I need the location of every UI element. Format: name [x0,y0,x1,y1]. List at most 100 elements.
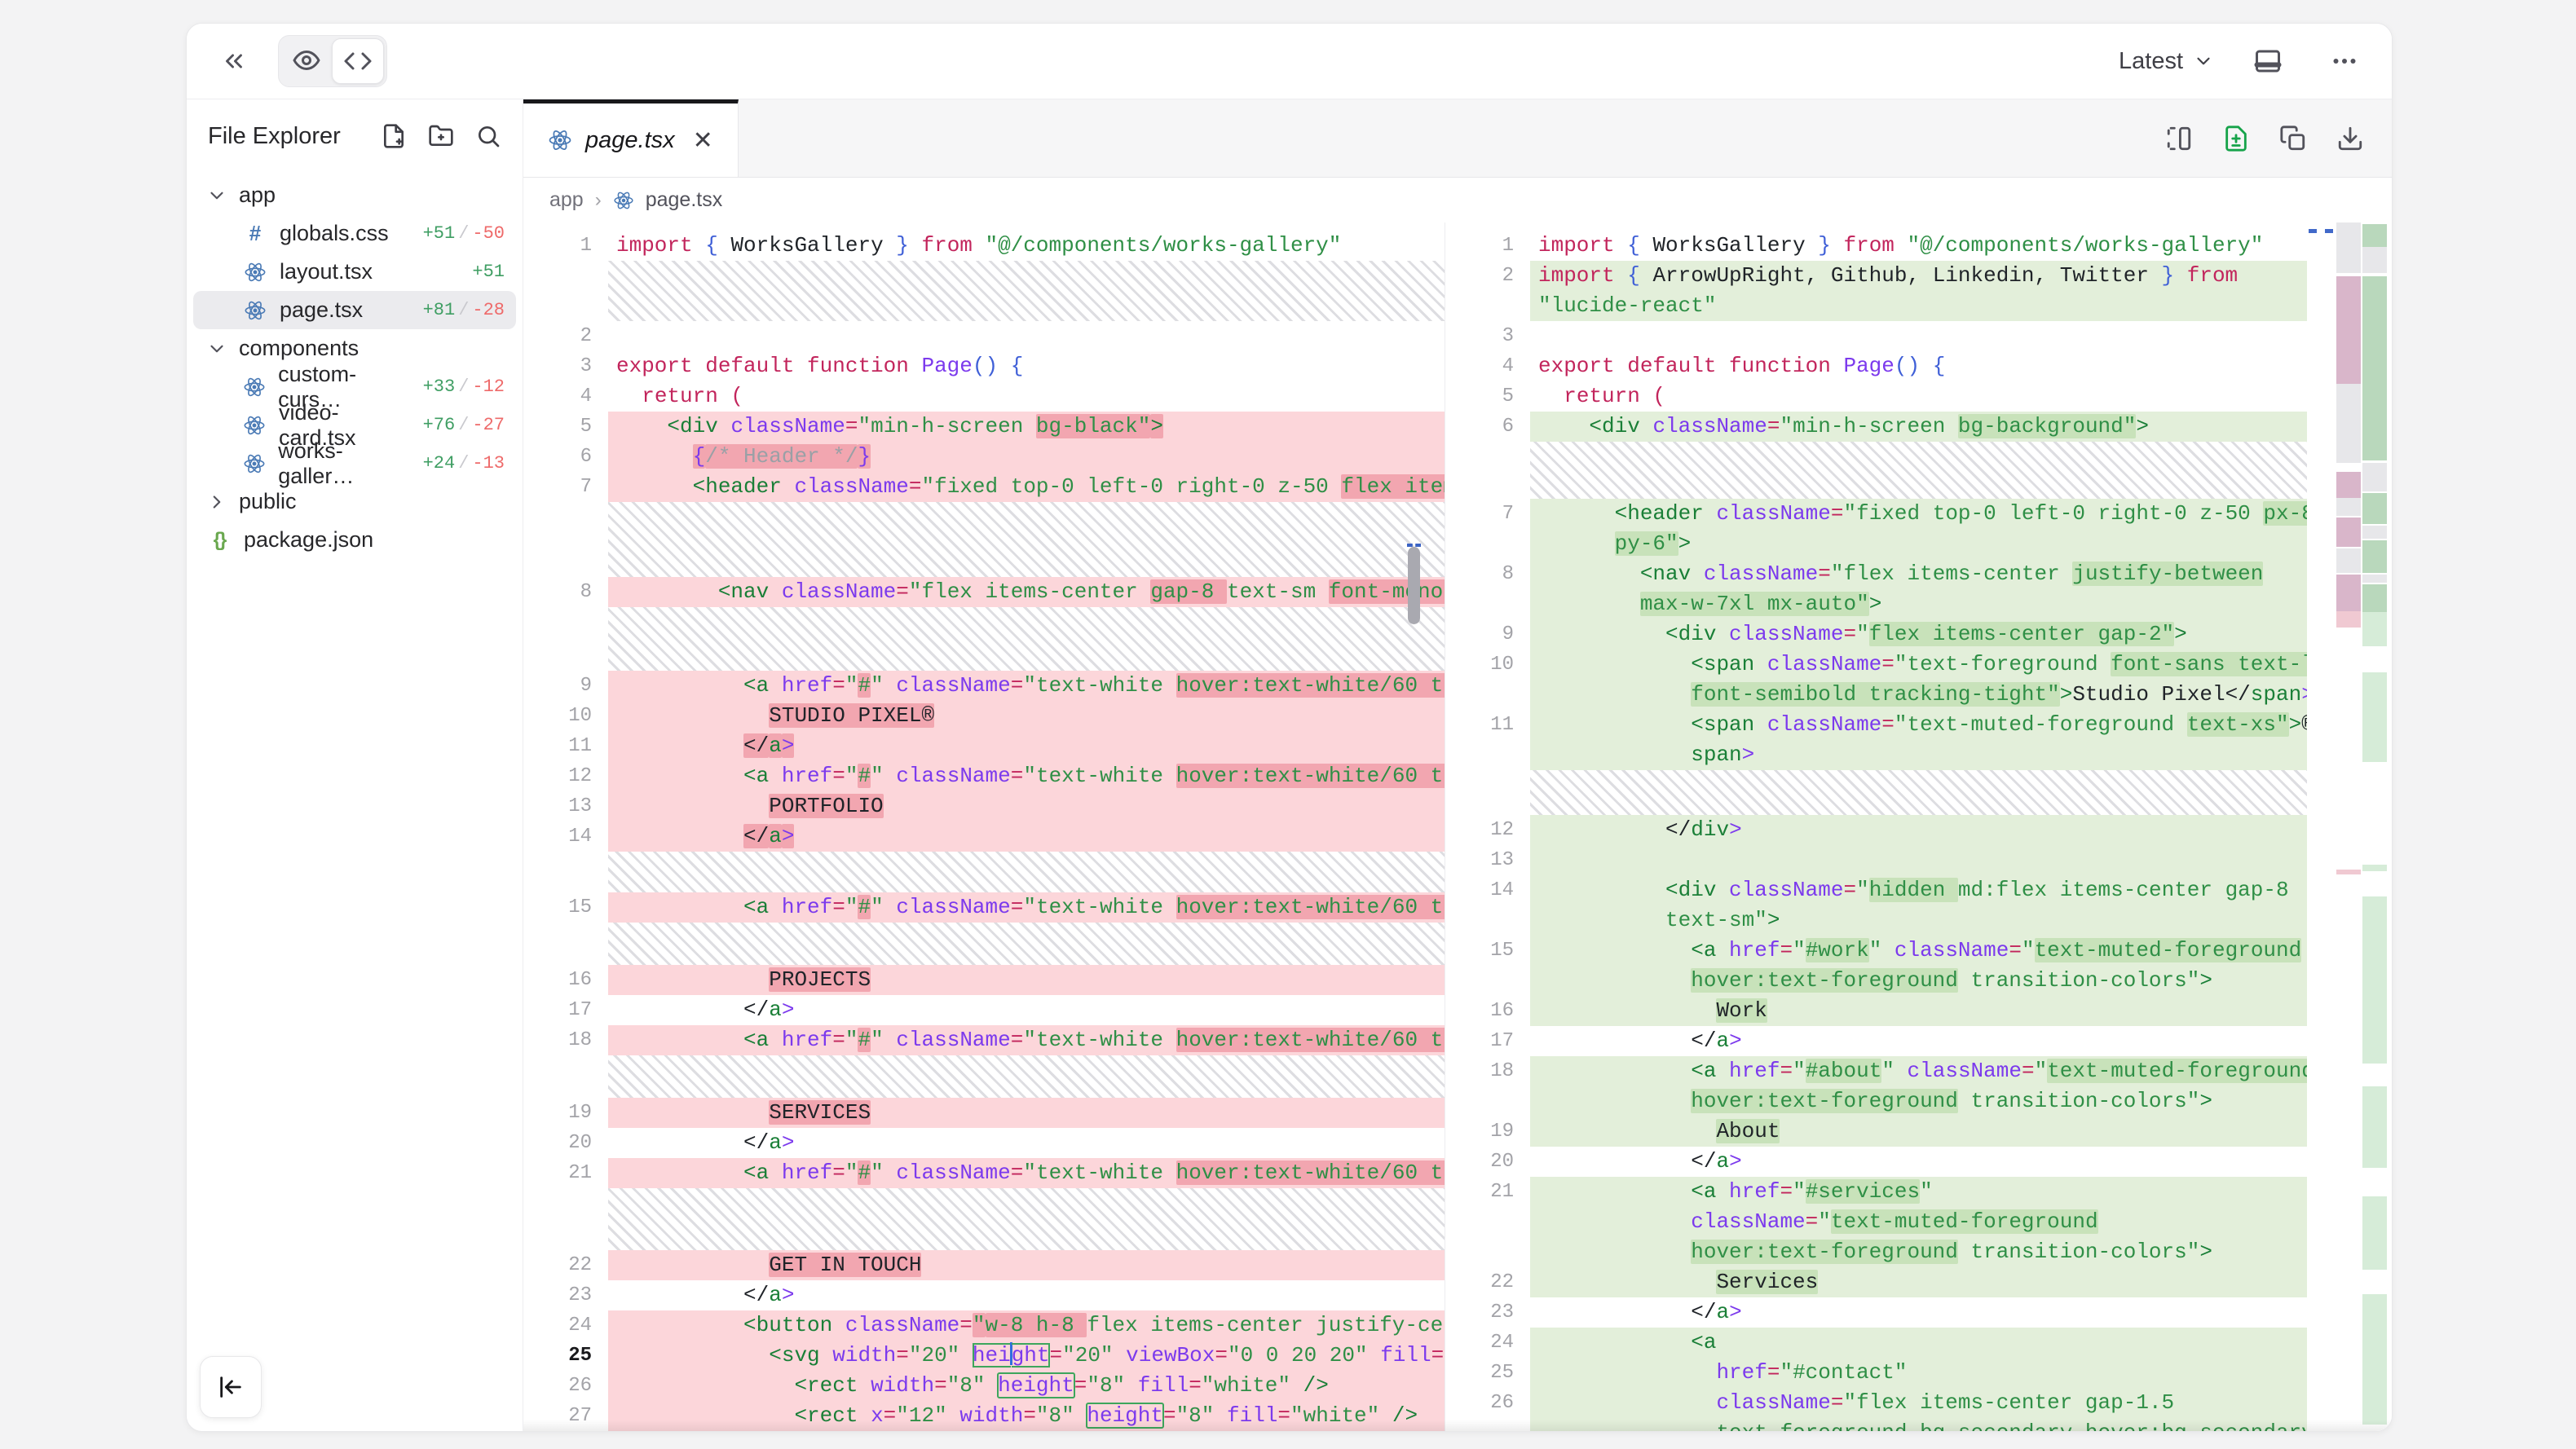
diff-ruler-block [2336,518,2361,547]
line-number: 11 [1445,710,1530,740]
code-line: 25 href="#contact" [1445,1358,2392,1388]
more-menu-button[interactable] [2322,38,2367,84]
chevron-right-icon [206,491,227,513]
line-number: 13 [523,791,608,821]
diff-overview-ruler[interactable] [2336,222,2389,1431]
code-view-button[interactable] [332,38,384,84]
folder-app[interactable]: app [193,176,516,214]
close-icon[interactable]: ✕ [693,126,713,155]
diff-counts: +33/-12 [423,377,516,397]
code-line: 12 </div> [1445,815,2392,845]
panel-close-icon [217,1373,245,1401]
line-number: 11 [523,731,608,761]
version-dropdown[interactable]: Latest [2119,48,2214,75]
code-line: 10 STUDIO PIXEL® [523,701,1445,731]
line-number [1445,529,1530,559]
code-line: 2import { ArrowUpRight, Github, Linkedin… [1445,261,2392,291]
code-line: 7 <header className="fixed top-0 left-0 … [1445,499,2392,529]
file-works-galler-[interactable]: works-galler…+24/-13 [193,444,516,482]
new-file-icon[interactable] [381,123,407,149]
line-number: 21 [1445,1177,1530,1207]
item-label: layout.tsx [280,259,373,284]
eye-icon [292,46,321,75]
tab-bar: page.tsx ✕ [523,99,2392,178]
diff-ruler-block [2362,612,2387,646]
line-number: 23 [1445,1297,1530,1328]
line-number: 15 [523,892,608,923]
copy-icon[interactable] [2279,125,2307,152]
code-line: 17 </a> [1445,1026,2392,1056]
file-globals.css[interactable]: #globals.css+51/-50 [193,214,516,253]
file-page.tsx[interactable]: page.tsx+81/-28 [193,291,516,329]
code-line: 11 </a> [523,731,1445,761]
code-line: hover:text-foreground transition-colors"… [1445,1237,2392,1267]
line-number: 5 [1445,381,1530,412]
item-label: public [239,489,297,514]
css-hash-icon: # [242,221,268,246]
line-number: 13 [1445,845,1530,875]
line-number [1445,740,1530,770]
line-number: 26 [1445,1388,1530,1418]
code-line: 20 </a> [523,1128,1445,1158]
code-line: 17 </a> [523,995,1445,1025]
code-line: 7 <header className="fixed top-0 left-0 … [523,472,1445,502]
code-line: 13 PORTFOLIO [523,791,1445,821]
diff-ruler-block [2362,276,2387,460]
diff-right-pane[interactable]: 1import { WorksGallery } from "@/compone… [1445,222,2392,1431]
code-line: 25 <svg width="20" height="20" viewBox="… [523,1341,1445,1371]
view-toggle [278,35,387,87]
code-line: max-w-7xl mx-auto"> [1445,589,2392,619]
line-number [1445,680,1530,710]
line-number: 1 [523,231,608,261]
line-number: 24 [1445,1328,1530,1358]
preview-eye-button[interactable] [281,38,332,82]
collapse-sidebar-button[interactable] [200,1356,262,1418]
search-icon[interactable] [475,123,501,149]
diff-ruler-block [2362,540,2387,573]
breadcrumb-file[interactable]: page.tsx [646,188,723,212]
code-line: 24 <button className="w-8 h-8 flex items… [523,1310,1445,1341]
code-line: 19 SERVICES [523,1098,1445,1128]
app-window: Latest File Explorer app#globals.css+51/… [186,23,2393,1432]
new-folder-icon[interactable] [428,123,454,149]
diff-ruler-block [2336,870,2361,874]
line-number: 7 [523,472,608,502]
file-package.json[interactable]: {}package.json [193,521,516,559]
react-icon [242,452,267,475]
breadcrumb-folder[interactable]: app [549,188,584,212]
collapsed-region [523,852,1445,892]
tab-page-tsx[interactable]: page.tsx ✕ [523,99,739,177]
download-icon[interactable] [2336,125,2364,152]
code-line: 26 <rect width="8" height="8" fill="whit… [523,1371,1445,1401]
item-label: works-galler… [278,438,411,489]
chevron-right-icon: › [595,189,602,212]
diff-left-pane[interactable]: 1import { WorksGallery } from "@/compone… [523,222,1445,1431]
file-layout.tsx[interactable]: layout.tsx +51 [193,253,516,291]
line-number [1445,1237,1530,1267]
chevrons-left-icon[interactable] [211,38,257,84]
line-number: 6 [523,442,608,472]
diff-counts: +24/-13 [423,453,516,473]
line-number: 23 [523,1280,608,1310]
diff-ruler-block [2362,1086,2387,1168]
react-icon [613,190,634,211]
line-number [1445,966,1530,996]
line-number [1445,589,1530,619]
panel-bottom-icon[interactable] [2245,38,2291,84]
chevron-down-icon [206,185,227,206]
split-view-icon[interactable] [2165,125,2193,152]
code-line: font-semibold tracking-tight">Studio Pix… [1445,680,2392,710]
diff-counts: +76/-27 [423,415,516,435]
line-number: 22 [523,1250,608,1280]
line-number: 3 [1445,321,1530,351]
item-label: components [239,336,359,361]
line-number: 5 [523,412,608,442]
diff-file-icon[interactable] [2222,125,2250,152]
diff-counts: +51 [472,262,516,282]
code-line: 8 <nav className="flex items-center gap-… [523,577,1445,607]
line-number: 8 [523,577,608,607]
code-line: 26 className="flex items-center gap-1.5 [1445,1388,2392,1418]
left-scrollbar-thumb[interactable] [1408,547,1420,624]
line-number: 4 [523,381,608,412]
code-line: className="text-muted-foreground [1445,1207,2392,1237]
